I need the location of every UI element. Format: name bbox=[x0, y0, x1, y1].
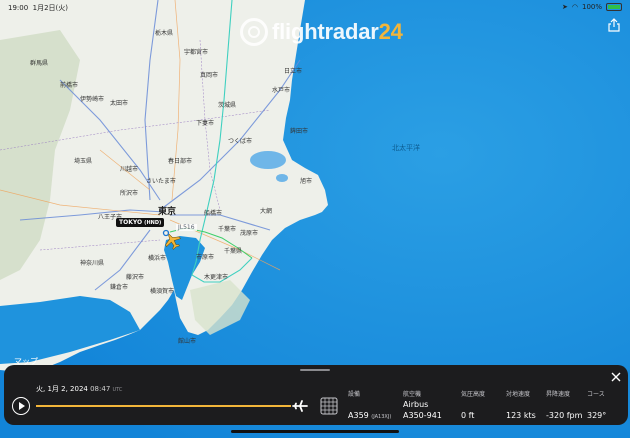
label-pacific: 北太平洋 bbox=[392, 144, 420, 152]
playback-date: 火, 1月 2, 2024 bbox=[36, 385, 88, 393]
altitude-value: 0 ft bbox=[461, 411, 475, 420]
label-tochigi: 栃木県 bbox=[155, 30, 174, 37]
label-kisarazu: 木更津市 bbox=[204, 274, 229, 281]
vertical-speed-label: 昇降速度 bbox=[546, 391, 571, 398]
radar-logo-icon bbox=[240, 18, 268, 46]
share-icon[interactable] bbox=[608, 18, 620, 32]
info-vertical-speed: 昇降速度 -320 fpm bbox=[546, 389, 582, 420]
airport-code: (HND) bbox=[144, 220, 162, 226]
aircraft-label: 航空機 bbox=[403, 391, 422, 398]
label-mobara: 茂原市 bbox=[240, 230, 259, 237]
label-asahi: 旭市 bbox=[300, 178, 313, 185]
label-ichihara: 市原市 bbox=[196, 254, 215, 261]
equipment-label: 設備 bbox=[348, 391, 361, 398]
home-indicator bbox=[231, 430, 399, 433]
label-tokorozawa: 所沢市 bbox=[120, 190, 139, 197]
course-label: コース bbox=[587, 391, 605, 398]
wifi-icon: ◠ bbox=[571, 3, 578, 11]
label-hokota: 鉾田市 bbox=[290, 128, 309, 135]
logo-text: flightradar24 bbox=[272, 19, 403, 44]
info-course: コース 329° bbox=[587, 389, 606, 420]
label-tateyama: 館山市 bbox=[178, 338, 197, 345]
status-right: ➤ ◠ 100% bbox=[562, 3, 622, 11]
play-button[interactable] bbox=[12, 397, 30, 415]
label-hitachi: 日立市 bbox=[284, 68, 303, 75]
label-chiba: 千葉市 bbox=[218, 226, 237, 233]
label-shimotsuma: 下妻市 bbox=[196, 120, 215, 127]
label-tokyo: 東京 bbox=[158, 207, 177, 217]
aircraft-maker: Airbus bbox=[403, 400, 429, 409]
ground-speed-value: 123 kts bbox=[506, 411, 536, 420]
playback-datetime: 火, 1月 2, 2024 08:47 UTC bbox=[36, 384, 122, 394]
playback-timezone: UTC bbox=[112, 387, 123, 393]
label-ota: 太田市 bbox=[110, 100, 129, 107]
label-saitama: さいたま市 bbox=[146, 178, 176, 185]
label-tsukuba: つくば市 bbox=[228, 138, 253, 145]
playback-time: 08:47 bbox=[90, 385, 111, 393]
label-yokohama: 横浜市 bbox=[148, 255, 167, 262]
flightradar-logo: flightradar24 bbox=[240, 18, 403, 46]
label-chiba-pref: 千葉県 bbox=[224, 248, 243, 255]
label-kawagoe: 川越市 bbox=[120, 166, 139, 173]
info-aircraft: 航空機 Airbus A350-941 bbox=[403, 389, 442, 420]
status-time: 19:00 1月2日(火) bbox=[8, 4, 69, 12]
course-value: 329° bbox=[587, 411, 607, 420]
label-saitama-pref: 埼玉県 bbox=[74, 158, 93, 165]
flight-callsign-label[interactable]: JL516 bbox=[176, 224, 197, 231]
label-utsunomiya: 宇都宮市 bbox=[184, 49, 209, 56]
label-ibaraki: 茨城県 bbox=[218, 102, 237, 109]
info-altitude: 気圧高度 0 ft bbox=[461, 389, 485, 420]
label-isesaki: 伊勢崎市 bbox=[80, 96, 105, 103]
label-mito: 水戸市 bbox=[272, 87, 291, 94]
panel-grabber[interactable] bbox=[300, 369, 330, 371]
battery-icon bbox=[606, 3, 622, 11]
label-kamakura: 鎌倉市 bbox=[110, 284, 129, 291]
equipment-value: A359 (JA13XJ) bbox=[348, 411, 392, 420]
airport-name: TOKYO bbox=[119, 219, 143, 226]
ground-speed-label: 対地速度 bbox=[506, 391, 531, 398]
playback-panel: 火, 1月 2, 2024 08:47 UTC 設備 A359 (JA13XJ)… bbox=[4, 365, 628, 425]
lake-kitaura bbox=[276, 174, 288, 182]
vertical-speed-value: -320 fpm bbox=[546, 411, 583, 420]
status-bar: 19:00 1月2日(火) ➤ ◠ 100% bbox=[0, 0, 630, 14]
grid-toggle-icon[interactable] bbox=[320, 397, 338, 415]
label-moka: 真岡市 bbox=[200, 72, 219, 79]
label-maebashi: 前橋市 bbox=[60, 82, 79, 89]
info-equipment: 設備 A359 (JA13XJ) bbox=[348, 389, 391, 420]
lake-kasumigaura bbox=[250, 151, 286, 169]
label-oami: 大網 bbox=[260, 208, 273, 215]
battery-percent: 100% bbox=[581, 3, 602, 11]
label-gunma: 群馬県 bbox=[30, 60, 49, 67]
altitude-label: 気圧高度 bbox=[461, 391, 486, 398]
label-kanagawa: 神奈川県 bbox=[80, 260, 105, 267]
label-kasukabe: 春日部市 bbox=[168, 158, 193, 165]
location-icon: ➤ bbox=[562, 3, 568, 11]
playback-progress-bar[interactable] bbox=[36, 405, 291, 407]
label-funabashi: 船橋市 bbox=[204, 210, 223, 217]
airplane-icon bbox=[292, 400, 308, 412]
label-yokosuka: 横須賀市 bbox=[150, 288, 175, 295]
airport-label[interactable]: TOKYO (HND) bbox=[116, 218, 165, 227]
label-fujisawa: 藤沢市 bbox=[126, 274, 145, 281]
aircraft-model: A350-941 bbox=[403, 411, 442, 420]
close-icon[interactable] bbox=[610, 371, 622, 383]
info-ground-speed: 対地速度 123 kts bbox=[506, 389, 536, 420]
